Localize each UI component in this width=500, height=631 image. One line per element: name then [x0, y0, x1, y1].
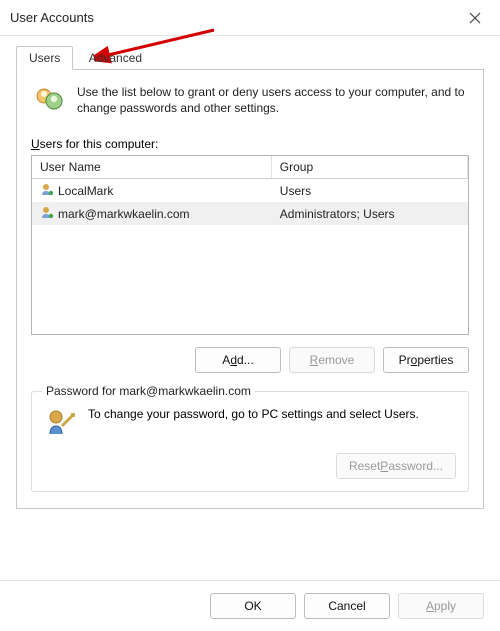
ok-button[interactable]: OK [210, 593, 296, 619]
tab-strip: Users Advanced [16, 46, 484, 70]
table-row[interactable]: LocalMark Users [32, 179, 468, 202]
user-group-cell: Administrators; Users [272, 205, 468, 223]
column-group[interactable]: Group [272, 156, 468, 178]
intro-row: Use the list below to grant or deny user… [31, 84, 469, 123]
titlebar: User Accounts [0, 0, 500, 36]
column-user-name[interactable]: User Name [32, 156, 272, 178]
user-icon [40, 205, 54, 222]
user-name-cell: mark@markwkaelin.com [58, 207, 190, 221]
password-group-legend: Password for mark@markwkaelin.com [42, 384, 255, 398]
cancel-button[interactable]: Cancel [304, 593, 390, 619]
close-button[interactable] [460, 3, 490, 33]
remove-button: Remove [289, 347, 375, 373]
user-buttons-row: Add... Remove Properties [31, 347, 469, 373]
user-icon [40, 182, 54, 199]
properties-button[interactable]: Properties [383, 347, 469, 373]
key-user-icon [44, 406, 78, 443]
intro-text: Use the list below to grant or deny user… [77, 84, 469, 123]
tab-users[interactable]: Users [16, 46, 73, 70]
apply-button: Apply [398, 593, 484, 619]
users-icon [31, 84, 67, 123]
user-group-cell: Users [272, 182, 468, 200]
password-instruction-text: To change your password, go to PC settin… [88, 406, 419, 422]
listview-header: User Name Group [32, 156, 468, 179]
tab-panel-users: Use the list below to grant or deny user… [16, 70, 484, 509]
users-list-label: Users for this computer: [31, 137, 469, 151]
table-row[interactable]: mark@markwkaelin.com Administrators; Use… [32, 202, 468, 225]
add-button[interactable]: Add... [195, 347, 281, 373]
users-listview[interactable]: User Name Group LocalMark Users mark@ma [31, 155, 469, 335]
user-name-cell: LocalMark [58, 184, 113, 198]
dialog-footer: OK Cancel Apply [0, 580, 500, 631]
reset-password-button: Reset Password... [336, 453, 456, 479]
password-groupbox: Password for mark@markwkaelin.com To cha… [31, 391, 469, 492]
window-title: User Accounts [10, 10, 94, 25]
tab-advanced[interactable]: Advanced [77, 47, 154, 69]
close-icon [469, 12, 481, 24]
